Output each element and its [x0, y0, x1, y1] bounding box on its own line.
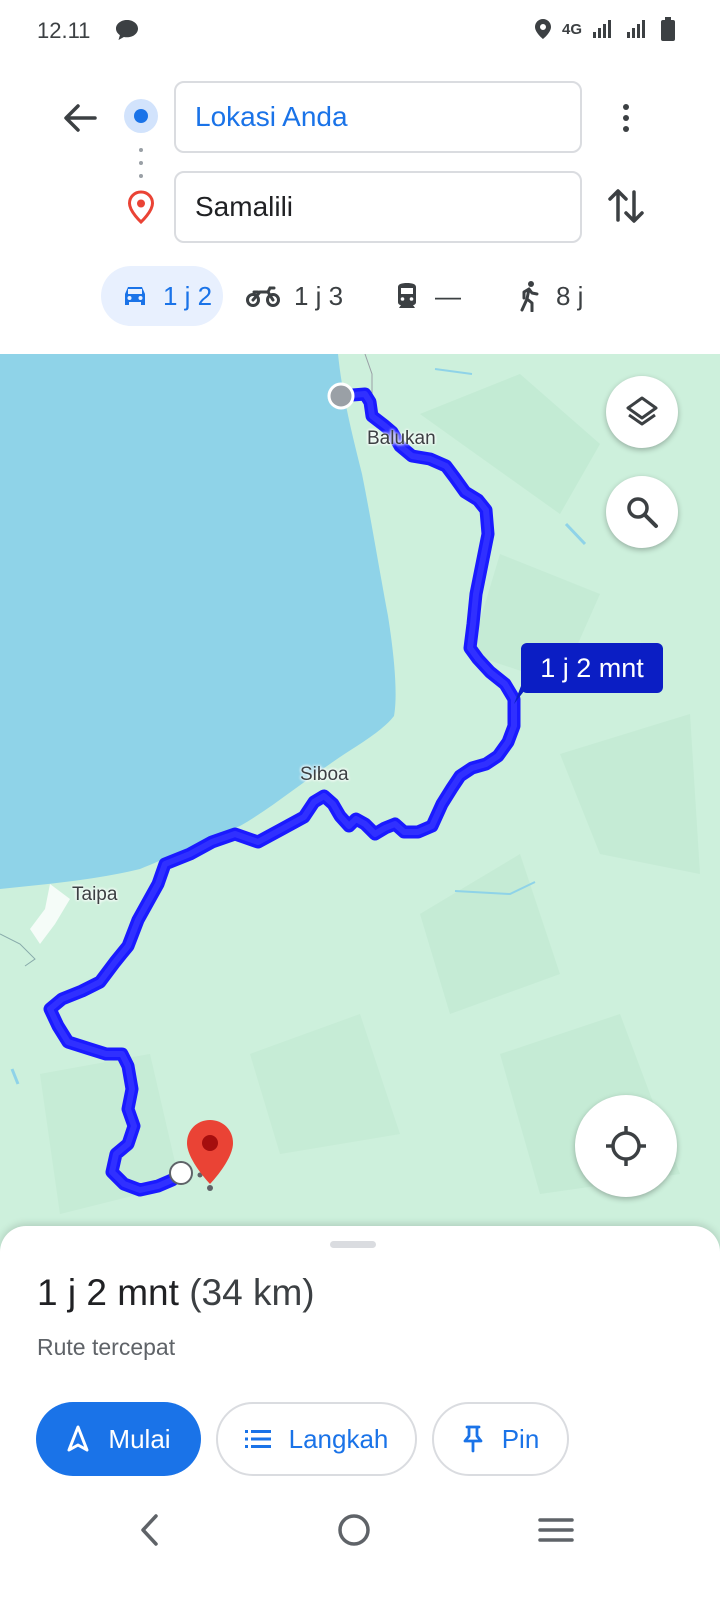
- status-icons: 4G: [534, 16, 676, 42]
- location-status-icon: [534, 19, 551, 39]
- home-circle-icon: [338, 1514, 370, 1546]
- route-subtitle: Rute tercepat: [37, 1334, 176, 1360]
- walking-duration: 8 j: [556, 280, 584, 311]
- search-along-route-button[interactable]: [606, 476, 678, 548]
- sheet-drag-handle[interactable]: [330, 1241, 376, 1248]
- layers-button[interactable]: [606, 376, 678, 448]
- tab-walking[interactable]: 8 j: [516, 266, 583, 326]
- menu-icon: [538, 1518, 574, 1542]
- destination-map-pin: [187, 1120, 233, 1191]
- route-summary: 1 j 2 mnt (34 km): [37, 1272, 315, 1314]
- place-label-taipa[interactable]: Taipa: [72, 884, 117, 906]
- system-menu-button[interactable]: [534, 1508, 578, 1552]
- motorcycle-icon: [246, 286, 280, 307]
- route-duration-callout[interactable]: 1 j 2 mnt: [521, 643, 663, 693]
- route-distance: (34 km): [189, 1272, 315, 1313]
- steps-button-label: Langkah: [288, 1423, 389, 1454]
- chevron-left-icon: [141, 1514, 158, 1546]
- message-notification-icon: [116, 20, 138, 40]
- walking-icon: [520, 281, 539, 312]
- route-end-marker: [169, 1161, 193, 1185]
- tab-driving[interactable]: 1 j 2: [101, 266, 223, 326]
- battery-icon: [661, 17, 675, 41]
- more-options-button[interactable]: [606, 94, 646, 142]
- start-button-label: Mulai: [108, 1423, 171, 1454]
- start-button[interactable]: Mulai: [36, 1402, 201, 1476]
- tab-transit[interactable]: —: [393, 266, 461, 326]
- callout-pointer: [514, 686, 528, 704]
- system-home-button[interactable]: [332, 1508, 376, 1552]
- destination-input[interactable]: Samalili: [174, 171, 582, 243]
- pin-button[interactable]: Pin: [432, 1402, 569, 1476]
- network-type-label: 4G: [561, 20, 582, 38]
- arrow-back-icon: [64, 104, 97, 132]
- status-time: 12.11: [37, 18, 91, 43]
- system-navigation-bar: [0, 1498, 720, 1558]
- route-duration: 1 j 2 mnt: [37, 1272, 179, 1313]
- layers-icon: [626, 396, 658, 426]
- train-icon: [398, 283, 416, 308]
- my-location-button[interactable]: [575, 1095, 677, 1197]
- pushpin-icon: [463, 1425, 483, 1453]
- travel-mode-tabs: 1 j 2 1 j 3 — 8 j: [0, 266, 720, 326]
- origin-dot-icon: [124, 99, 158, 133]
- system-back-button[interactable]: [128, 1508, 172, 1552]
- driving-duration: 1 j 2: [163, 280, 213, 311]
- search-icon: [627, 497, 658, 528]
- back-button[interactable]: [56, 94, 104, 142]
- place-label-balukan[interactable]: Balukan: [367, 428, 436, 450]
- status-bar: 12.11 4G: [0, 0, 720, 62]
- destination-pin-icon: [127, 190, 155, 224]
- origin-input[interactable]: Lokasi Anda: [174, 81, 582, 153]
- car-icon: [125, 287, 145, 305]
- route-connector-dots: [139, 148, 143, 178]
- place-label-siboa[interactable]: Siboa: [300, 764, 349, 786]
- steps-button[interactable]: Langkah: [216, 1402, 417, 1476]
- transit-duration: —: [435, 280, 461, 311]
- motorcycle-duration: 1 j 3: [294, 280, 344, 311]
- swap-locations-button[interactable]: [604, 184, 648, 228]
- list-icon: [244, 1430, 271, 1448]
- route-start-marker: [327, 382, 355, 410]
- crosshair-location-icon: [606, 1126, 646, 1166]
- tab-motorcycle[interactable]: 1 j 3: [246, 266, 343, 326]
- signal-sim1-icon: [593, 20, 611, 38]
- signal-sim2-icon: [627, 20, 645, 38]
- pin-button-label: Pin: [501, 1423, 540, 1454]
- navigation-arrow-icon: [67, 1425, 89, 1452]
